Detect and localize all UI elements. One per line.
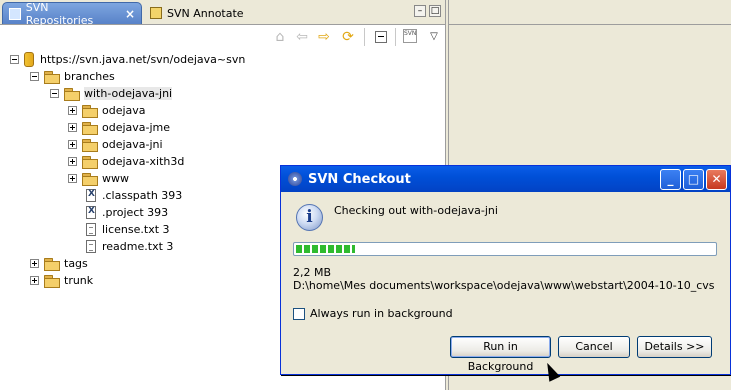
expand-icon[interactable] (68, 106, 77, 115)
tree-node-project[interactable]: .project 393 (86, 204, 168, 221)
repository-icon (24, 52, 34, 67)
tree-node-with-odejava-jni[interactable]: with-odejava-jni (50, 85, 173, 102)
xml-file-icon (86, 189, 96, 202)
toolbar-separator (364, 28, 365, 46)
home-icon[interactable]: ⌂ (272, 29, 288, 45)
tree-node-odejava-xith3d[interactable]: odejava-xith3d (68, 153, 184, 170)
expand-icon[interactable] (68, 157, 77, 166)
view-tabbar: SVN Repositories × SVN Annotate – □ (0, 0, 445, 27)
close-button[interactable]: ✕ (706, 169, 727, 190)
folder-icon (64, 87, 80, 101)
tree-node-label: branches (64, 70, 115, 83)
view-menu-icon[interactable]: ▽ (426, 29, 442, 45)
folder-icon (82, 172, 98, 186)
new-repository-icon[interactable]: SVN (403, 29, 417, 43)
always-run-background-checkbox[interactable] (293, 307, 305, 320)
dialog-window-controls: _ □ ✕ (660, 169, 727, 190)
collapse-icon[interactable] (30, 72, 39, 81)
minimize-icon[interactable]: – (414, 5, 426, 17)
expand-icon[interactable] (30, 276, 39, 285)
tree-node-classpath[interactable]: .classpath 393 (86, 187, 182, 204)
folder-icon (44, 274, 60, 288)
expand-icon[interactable] (30, 259, 39, 268)
tree-node-label: readme.txt 3 (102, 240, 174, 253)
forward-icon[interactable]: ⇨ (316, 29, 332, 45)
folder-icon (82, 104, 98, 118)
expand-icon[interactable] (68, 174, 77, 183)
refresh-icon[interactable]: ⟳ (340, 29, 356, 45)
tree-node-label: odejava-jni (102, 138, 163, 151)
collapse-all-icon[interactable] (375, 31, 387, 43)
text-file-icon (86, 240, 96, 253)
folder-icon (82, 121, 98, 135)
tab-label: SVN Repositories (25, 0, 94, 27)
folder-icon (44, 70, 60, 84)
collapse-icon[interactable] (10, 55, 19, 64)
tree-node-readme[interactable]: readme.txt 3 (86, 238, 173, 255)
tree-node-label: odejava-jme (102, 121, 171, 134)
cancel-button[interactable]: Cancel (558, 336, 630, 358)
details-button[interactable]: Details >> (637, 336, 712, 358)
dialog-title: SVN Checkout (308, 171, 411, 187)
tree-node-license[interactable]: license.txt 3 (86, 221, 170, 238)
dialog-titlebar[interactable]: SVN Checkout _ □ ✕ (281, 166, 730, 192)
info-icon: i (296, 204, 323, 231)
progress-bar-fill (296, 245, 355, 253)
tree-node-label: .project 393 (102, 206, 169, 219)
repository-icon (9, 7, 21, 20)
tree-node-repository[interactable]: https://svn.java.net/svn/odejava~svn (10, 51, 245, 68)
maximize-button[interactable]: □ (683, 169, 704, 190)
collapse-icon[interactable] (50, 89, 59, 98)
tree-node-trunk[interactable]: trunk (30, 272, 93, 289)
eclipse-icon (288, 172, 302, 186)
checkbox-label: Always run in background (310, 307, 453, 320)
back-icon[interactable]: ⇦ (294, 29, 310, 45)
tree-node-odejava-jni[interactable]: odejava-jni (68, 136, 163, 153)
tree-node-label: with-odejava-jni (84, 87, 173, 100)
tree-node-label: tags (64, 257, 88, 270)
minimize-button[interactable]: _ (660, 169, 681, 190)
tree-node-odejava[interactable]: odejava (68, 102, 146, 119)
toolbar-separator (395, 28, 396, 46)
maximize-icon[interactable]: □ (429, 5, 441, 17)
tab-svn-annotate[interactable]: SVN Annotate (144, 2, 274, 24)
tree-node-tags[interactable]: tags (30, 255, 88, 272)
progress-bar (293, 242, 717, 256)
annotate-icon (150, 7, 162, 19)
editor-tabbar (449, 0, 731, 25)
svn-checkout-dialog: SVN Checkout _ □ ✕ i Checking out with-o… (280, 165, 731, 375)
tree-node-label: trunk (64, 274, 94, 287)
folder-icon (82, 138, 98, 152)
expand-icon[interactable] (68, 123, 77, 132)
current-file-path: D:\home\Mes documents\workspace\odejava\… (293, 279, 715, 292)
tree-node-label: odejava-xith3d (102, 155, 185, 168)
xml-file-icon (86, 206, 96, 219)
tree-node-branches[interactable]: branches (30, 68, 115, 85)
tree-node-label: www (102, 172, 129, 185)
tree-node-label: .classpath 393 (102, 189, 183, 202)
tab-label: SVN Annotate (167, 6, 244, 20)
tree-node-label: license.txt 3 (102, 223, 170, 236)
folder-icon (44, 257, 60, 271)
downloaded-size: 2,2 MB (293, 266, 332, 279)
tree-node-www[interactable]: www (68, 170, 129, 187)
progress-message: Checking out with-odejava-jni (334, 204, 498, 217)
tab-svn-repositories[interactable]: SVN Repositories × (2, 0, 142, 27)
text-file-icon (86, 223, 96, 236)
tree-node-odejava-jme[interactable]: odejava-jme (68, 119, 170, 136)
run-in-background-button[interactable]: Run in Background (450, 336, 551, 373)
folder-icon (82, 155, 98, 169)
view-toolbar: ⌂ ⇦ ⇨ ⟳ SVN ▽ (0, 25, 445, 49)
always-run-background-option[interactable]: Always run in background (293, 307, 453, 320)
tree-node-label: https://svn.java.net/svn/odejava~svn (40, 53, 246, 66)
view-window-controls: – □ (414, 5, 441, 17)
tree-node-label: odejava (102, 104, 146, 117)
close-icon[interactable]: × (125, 7, 135, 21)
expand-icon[interactable] (68, 140, 77, 149)
